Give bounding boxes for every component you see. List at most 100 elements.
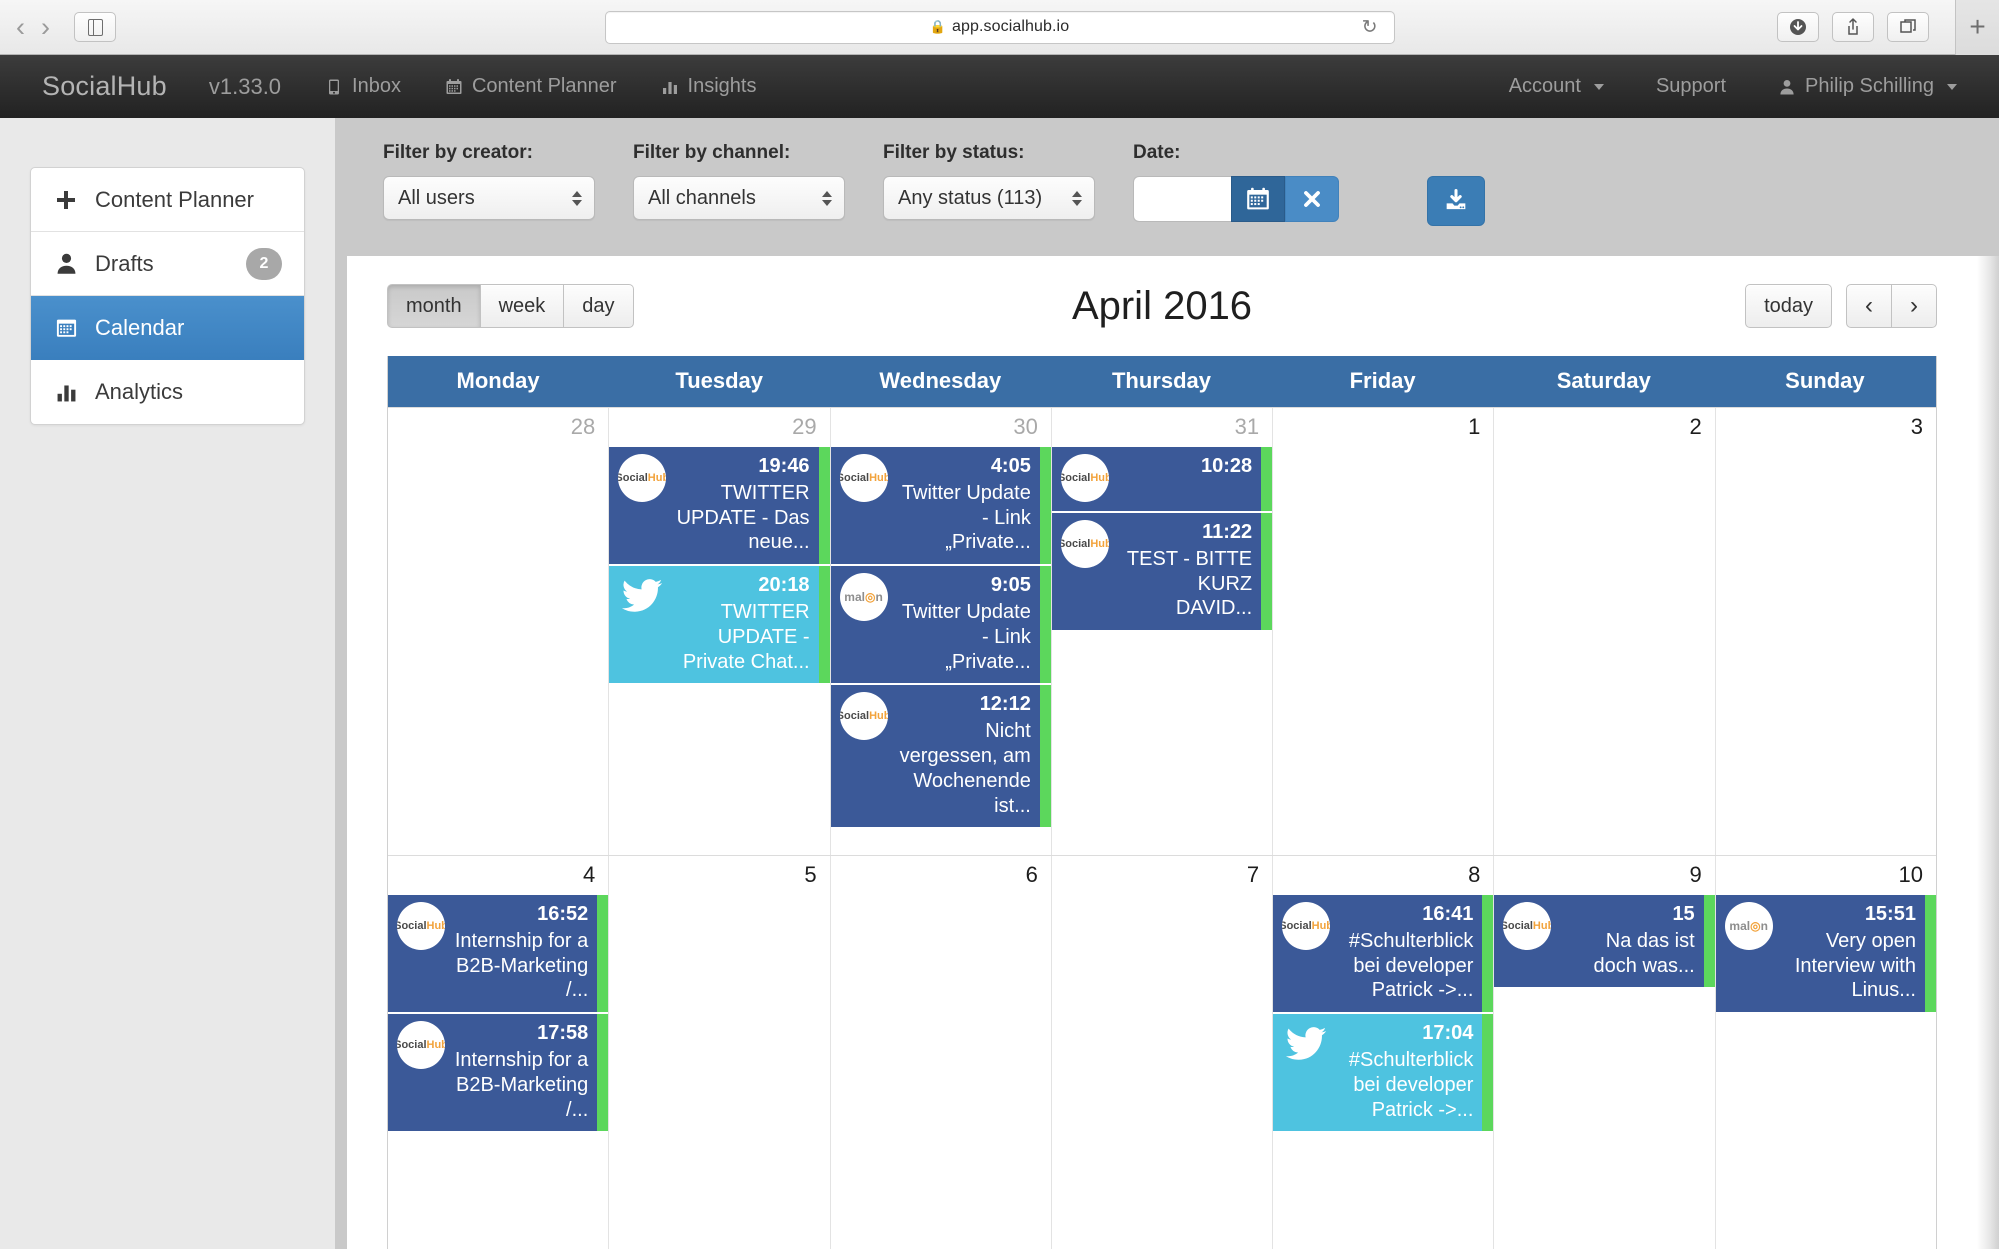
calendar-day-cell[interactable]: 8 SocialHub 16:41 #Schulterblick bei develo… [1273, 856, 1495, 1249]
calendar-event[interactable]: SocialHub 17:58 Internship for a B2B-Marke… [388, 1014, 609, 1132]
calendar-day-cell[interactable]: 29 SocialHub 19:46 TWITTER UPDATE - Das neu… [609, 408, 831, 855]
calendar-day-cell[interactable]: 30 SocialHub 4:05 Twitter Update - Link „Pr… [830, 408, 1052, 855]
calendar-day-cell[interactable]: 3 [1716, 408, 1936, 855]
nav-item-support[interactable]: Support [1656, 75, 1726, 98]
event-time: 16:52 [537, 903, 589, 925]
calendar-event[interactable]: SocialHub 10:28 [1051, 447, 1273, 511]
filter-channel-select[interactable]: All channels [633, 176, 845, 220]
nav-item-account[interactable]: Account [1509, 75, 1604, 98]
calendar-event[interactable]: SocialHub 4:05 Twitter Update - Link „Priv… [830, 447, 1051, 565]
browser-nav-arrows: ‹ › [16, 13, 50, 41]
sidebar-item-calendar[interactable]: Calendar [31, 296, 304, 360]
sidebar-item-analytics[interactable]: Analytics [31, 360, 304, 424]
calendar-event[interactable]: SocialHub 15 Na das ist doch was... [1494, 895, 1715, 988]
avatar: SocialHub [839, 454, 888, 502]
calendar-day-cell[interactable]: 10 mal ◎ n 15:51 Very open Interview with Lin… [1715, 856, 1936, 1249]
event-status-bar [597, 895, 609, 1013]
address-bar[interactable]: 🔒 app.socialhub.io ↻ [604, 10, 1395, 44]
back-chevron-icon[interactable]: ‹ [16, 13, 25, 41]
filter-creator-value: All users [398, 186, 475, 209]
inbox-icon [329, 79, 340, 94]
reload-icon[interactable]: ↻ [1362, 18, 1378, 37]
calendar-toolbar: month week day April 2016 today ‹ › [347, 256, 1977, 356]
export-button[interactable] [1427, 176, 1485, 226]
day-number: 6 [1025, 862, 1038, 887]
today-button[interactable]: today [1745, 284, 1832, 328]
calendar-day-cell[interactable]: 6 [831, 856, 1052, 1249]
calendar-day-cell[interactable]: 1 [1273, 408, 1495, 855]
calendar-event[interactable]: mal ◎ n 15:51 Very open Interview with Linus… [1715, 895, 1936, 1013]
date-input[interactable] [1133, 176, 1231, 222]
nav-item-insights[interactable]: Insights [661, 75, 756, 98]
nav-label-inbox: Inbox [352, 75, 401, 97]
caret-down-icon [1593, 83, 1604, 90]
calendar-day-cell[interactable]: 28 [388, 408, 610, 855]
day-number: 8 [1468, 862, 1481, 887]
downloads-icon[interactable] [1777, 12, 1819, 42]
calendar-event[interactable]: SocialHub 12:12 Nicht vergessen, am Wochen… [830, 685, 1051, 828]
calendar-event[interactable]: 20:18 TWITTER UPDATE - Private Chat... [609, 566, 830, 684]
filter-channel-value: All channels [648, 186, 756, 209]
event-status-bar [597, 1014, 609, 1132]
day-number: 29 [792, 414, 817, 439]
event-time: 15:51 [1864, 903, 1916, 925]
filter-status-select[interactable]: Any status (113) [883, 176, 1095, 220]
next-month-button[interactable]: › [1892, 284, 1937, 328]
calendar-week-row: 4 SocialHub 16:52 Internship for a B2B-Mark… [388, 855, 1936, 1249]
nav-item-user-menu[interactable]: Philip Schilling [1778, 75, 1957, 98]
view-month-button[interactable]: month [387, 284, 481, 328]
twitter-bird-icon [1282, 1021, 1330, 1067]
share-icon[interactable] [1832, 12, 1874, 42]
calendar-nav: today ‹ › [1745, 284, 1937, 328]
calendar-event[interactable]: SocialHub 11:22 TEST - BITTE KURZ DAVID... [1051, 513, 1273, 631]
calendar-event[interactable]: SocialHub 16:41 #Schulterblick bei develop… [1273, 895, 1494, 1013]
sidebar-toggle-icon[interactable] [74, 12, 116, 42]
calendar-day-cell[interactable]: 9 SocialHub 15 Na das ist doch was... [1494, 856, 1716, 1249]
event-status-bar [818, 566, 830, 684]
sidebar-label-content-planner: Content Planner [95, 186, 254, 212]
event-status-bar [1703, 895, 1715, 988]
weekday-header: Sunday [1715, 356, 1936, 407]
calendar-day-cell[interactable]: 7 [1052, 856, 1274, 1249]
clear-date-button[interactable] [1285, 176, 1339, 222]
avatar: SocialHub [1282, 902, 1331, 950]
weekday-header: Monday [388, 356, 610, 407]
filter-creator-select[interactable]: All users [383, 176, 595, 220]
chevron-right-icon: › [1910, 292, 1918, 319]
day-number: 1 [1468, 414, 1481, 439]
calendar-event[interactable]: mal ◎ n 9:05 Twitter Update - Link „Private.… [830, 566, 1051, 684]
calendar-day-cell[interactable]: 4 SocialHub 16:52 Internship for a B2B-Mark… [388, 856, 610, 1249]
date-picker-button[interactable] [1231, 176, 1285, 222]
calendar-panel: month week day April 2016 today ‹ › Mond… [335, 250, 1999, 1249]
event-status-bar [1039, 447, 1051, 565]
sidebar-item-content-planner[interactable]: Content Planner [31, 168, 304, 232]
calendar-day-cell[interactable]: 2 [1494, 408, 1716, 855]
event-time: 10:28 [1200, 455, 1253, 477]
tab-overview-icon[interactable] [1887, 12, 1929, 42]
prev-month-button[interactable]: ‹ [1846, 284, 1892, 328]
calendar-day-cell[interactable]: 31 SocialHub 10:28 SocialHub 11:22 TEST - BIT… [1051, 408, 1274, 855]
new-tab-button[interactable]: + [1955, 0, 1999, 55]
event-title: Twitter Update - Link „Private... [901, 481, 1031, 554]
filter-date-group: Date: [1133, 142, 1339, 222]
nav-item-inbox[interactable]: Inbox [325, 75, 401, 98]
event-time: 17:58 [537, 1022, 589, 1045]
nav-label-support: Support [1655, 75, 1727, 97]
view-week-button[interactable]: week [480, 284, 565, 328]
calendar-event[interactable]: 17:04 #Schulterblick bei developer Patric… [1273, 1014, 1494, 1132]
forward-chevron-icon[interactable]: › [41, 13, 50, 41]
calendar-day-cell[interactable]: 5 [609, 856, 831, 1249]
avatar: SocialHub [618, 454, 667, 502]
event-status-bar [1482, 895, 1494, 1013]
nav-item-content-planner[interactable]: Content Planner [445, 75, 617, 98]
event-time: 11:22 [1202, 521, 1253, 543]
browser-right-buttons: + [1777, 0, 1999, 55]
app-brand[interactable]: SocialHub [0, 71, 167, 102]
sidebar-item-drafts[interactable]: Drafts 2 [31, 232, 304, 296]
calendar-event[interactable]: SocialHub 16:52 Internship for a B2B-Marke… [388, 895, 609, 1013]
event-title: Internship for a B2B-Marketing /... [454, 929, 589, 1002]
date-input-row [1133, 176, 1339, 222]
view-day-button[interactable]: day [564, 284, 634, 328]
download-box-icon [1446, 188, 1466, 210]
calendar-event[interactable]: SocialHub 19:46 TWITTER UPDATE - Das neue.… [609, 447, 830, 565]
